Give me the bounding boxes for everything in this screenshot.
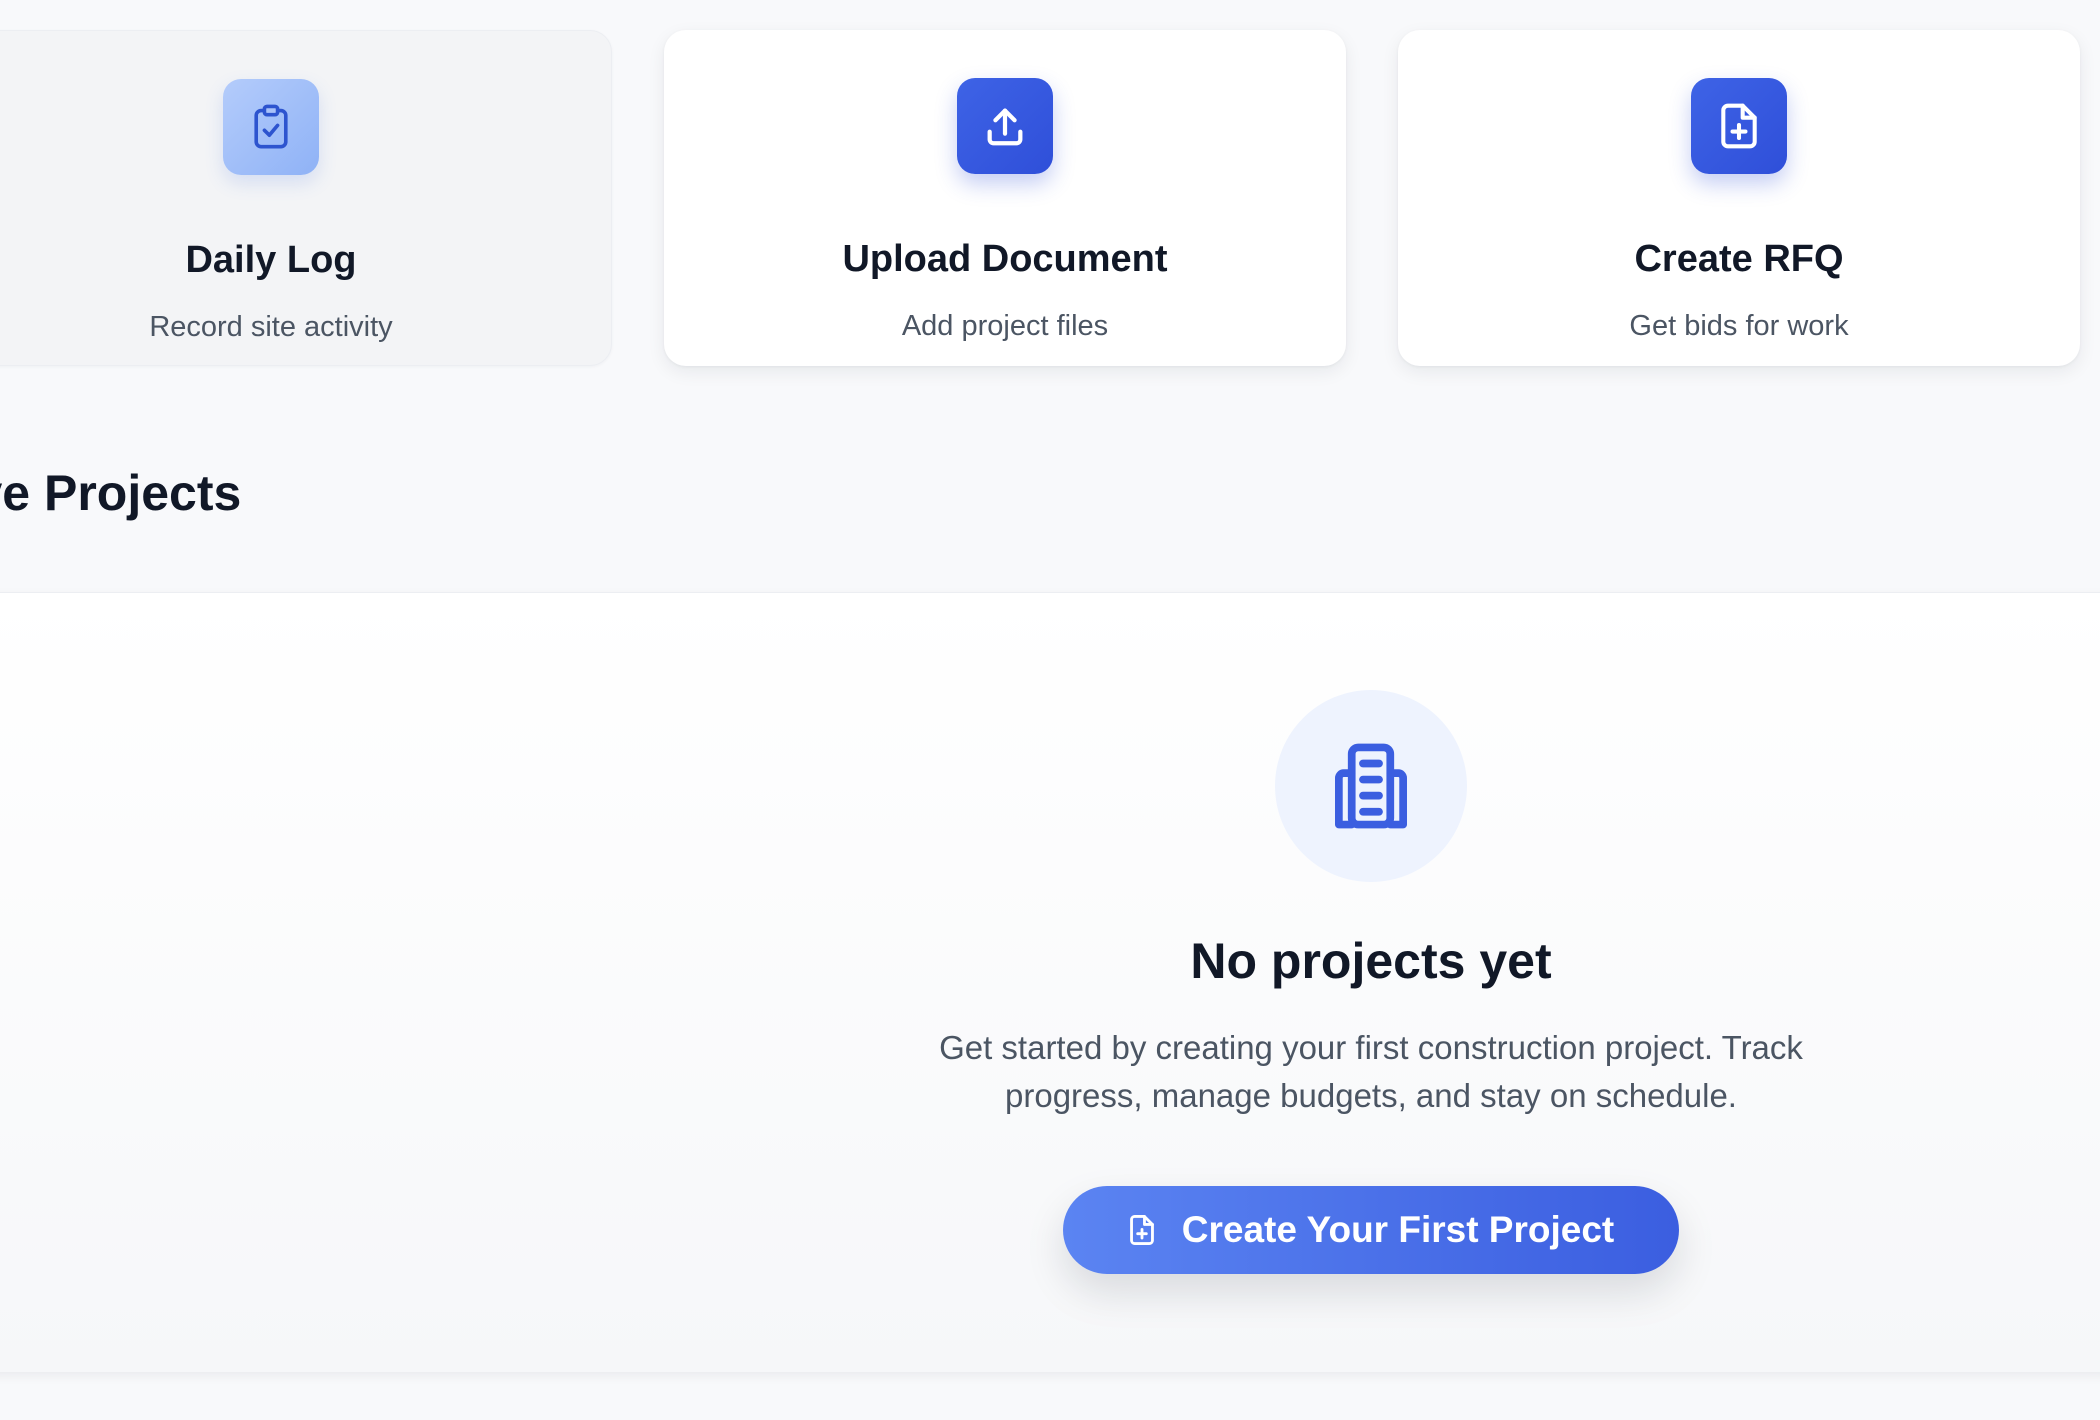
quick-action-title: Upload Document (842, 238, 1168, 280)
quick-action-subtitle: Add project files (901, 310, 1109, 342)
upload-icon (957, 78, 1053, 174)
quick-action-upload-document[interactable]: Upload Document Add project files (664, 30, 1346, 366)
quick-action-create-rfq[interactable]: Create RFQ Get bids for work (1398, 30, 2080, 366)
quick-action-subtitle: Record site activity (149, 311, 393, 343)
quick-action-subtitle: Get bids for work (1629, 310, 1849, 342)
create-first-project-button[interactable]: Create Your First Project (1063, 1186, 1679, 1274)
quick-action-title: Create RFQ (1634, 238, 1844, 280)
file-plus-icon (1128, 1214, 1156, 1246)
empty-state-title: No projects yet (1190, 933, 1552, 989)
clipboard-check-icon (223, 79, 319, 175)
quick-action-title: Daily Log (185, 239, 357, 281)
file-plus-icon (1691, 78, 1787, 174)
empty-state-description: Get started by creating your first const… (939, 1029, 1803, 1114)
building-icon (1275, 690, 1467, 882)
cta-label: Create Your First Project (1181, 1209, 1615, 1250)
section-title-active-projects: Active Projects (0, 465, 242, 521)
quick-action-daily-log[interactable]: Daily Log Record site activity (0, 30, 612, 366)
dashboard-view: Daily Log Record site activity Upload Do… (0, 0, 2100, 1420)
